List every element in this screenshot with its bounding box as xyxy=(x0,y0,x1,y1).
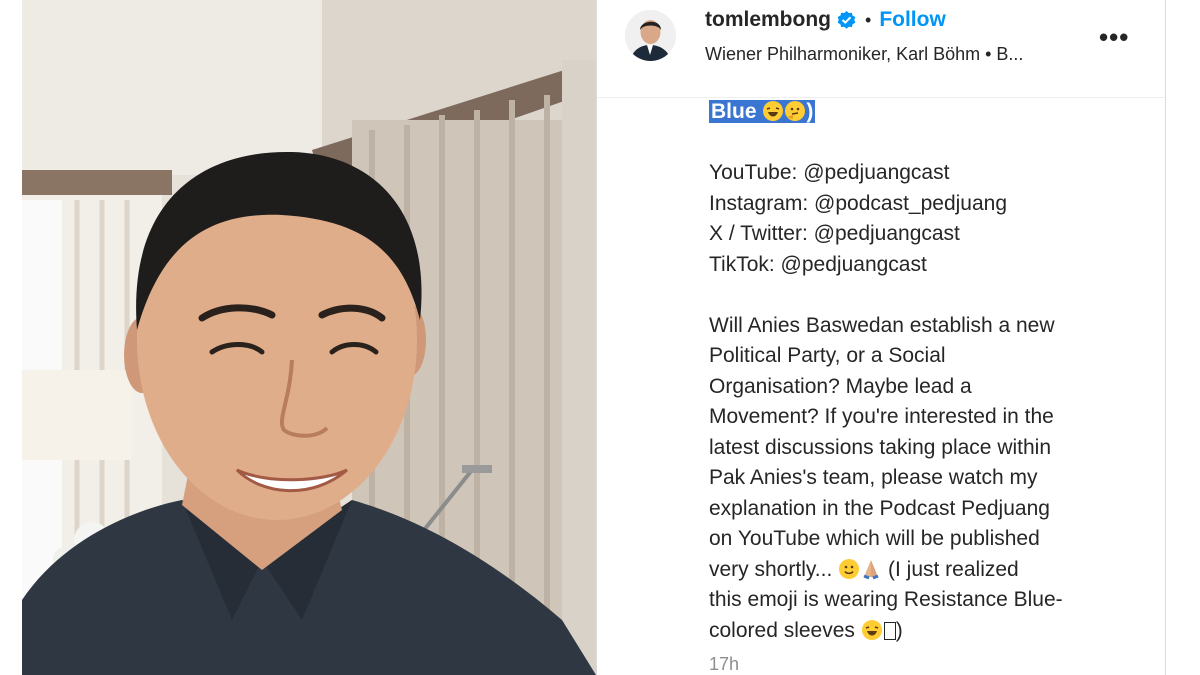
user-row: tomlembong • Follow xyxy=(705,7,946,33)
username[interactable]: tomlembong xyxy=(705,8,831,32)
verified-badge-icon xyxy=(836,10,857,31)
avatar-image xyxy=(625,10,676,61)
caption-text: very shortly... xyxy=(709,557,833,581)
caption-body-line: colored sleeves ) xyxy=(709,616,1119,647)
caption-text: (I just realized xyxy=(888,557,1019,581)
more-options-icon[interactable]: ••• xyxy=(1099,22,1129,53)
selected-suffix: ) xyxy=(806,100,814,123)
tiktok-handle: TikTok: @pedjuangcast xyxy=(709,252,927,276)
caption-body-line: Will Anies Baswedan establish a new xyxy=(709,313,1055,337)
caption-body-line: Pak Anies's team, please watch my xyxy=(709,466,1038,489)
caption-text: ) xyxy=(895,618,903,642)
caption-body-line: latest discussions taking place within xyxy=(709,435,1052,459)
laughing-emoji-icon xyxy=(861,619,882,640)
twitter-handle: X / Twitter: @pedjuangcast xyxy=(709,222,960,245)
post-header: tomlembong • Follow Wiener Philharmonike… xyxy=(597,0,1165,98)
youtube-handle: YouTube: @pedjuangcast xyxy=(709,161,950,184)
audio-attribution[interactable]: Wiener Philharmoniker, Karl Böhm • B... xyxy=(705,44,1023,65)
instagram-handle: Instagram: @podcast_pedjuang xyxy=(709,191,1008,215)
folded-hands-emoji-icon xyxy=(863,559,879,579)
follow-button[interactable]: Follow xyxy=(879,8,946,32)
caption-body-line: Organisation? Maybe lead a xyxy=(709,374,972,398)
caption-body-line: Movement? If you're interested in the xyxy=(709,405,1054,428)
caption-body-line: on YouTube which will be published xyxy=(709,527,1040,550)
avatar[interactable] xyxy=(625,10,676,61)
post-timestamp[interactable]: 17h xyxy=(709,654,739,675)
post-panel: tomlembong • Follow Wiener Philharmonike… xyxy=(596,0,1166,675)
thinking-emoji-icon xyxy=(785,101,806,121)
separator-dot: • xyxy=(865,9,872,30)
post-caption: Blue ) YouTube: @pedjuangcast Instagram:… xyxy=(709,97,1119,657)
caption-body-line: Political Party, or a Social xyxy=(709,344,946,367)
caption-body-line: this emoji is wearing Resistance Blue- xyxy=(709,588,1063,611)
laughing-emoji-icon xyxy=(763,101,784,121)
selected-text: Blue ) xyxy=(709,100,816,123)
caption-line-selected: Blue ) xyxy=(709,97,1119,128)
selected-word: Blue xyxy=(711,100,757,123)
post-media[interactable] xyxy=(22,0,596,675)
missing-glyph-icon xyxy=(883,621,896,640)
post-photo xyxy=(22,0,596,675)
caption-text: colored sleeves xyxy=(709,618,855,642)
smiling-emoji-icon xyxy=(839,558,860,579)
caption-body-line: very shortly... (I just realized xyxy=(709,555,1119,586)
caption-body-line: explanation in the Podcast Pedjuang xyxy=(709,496,1050,520)
